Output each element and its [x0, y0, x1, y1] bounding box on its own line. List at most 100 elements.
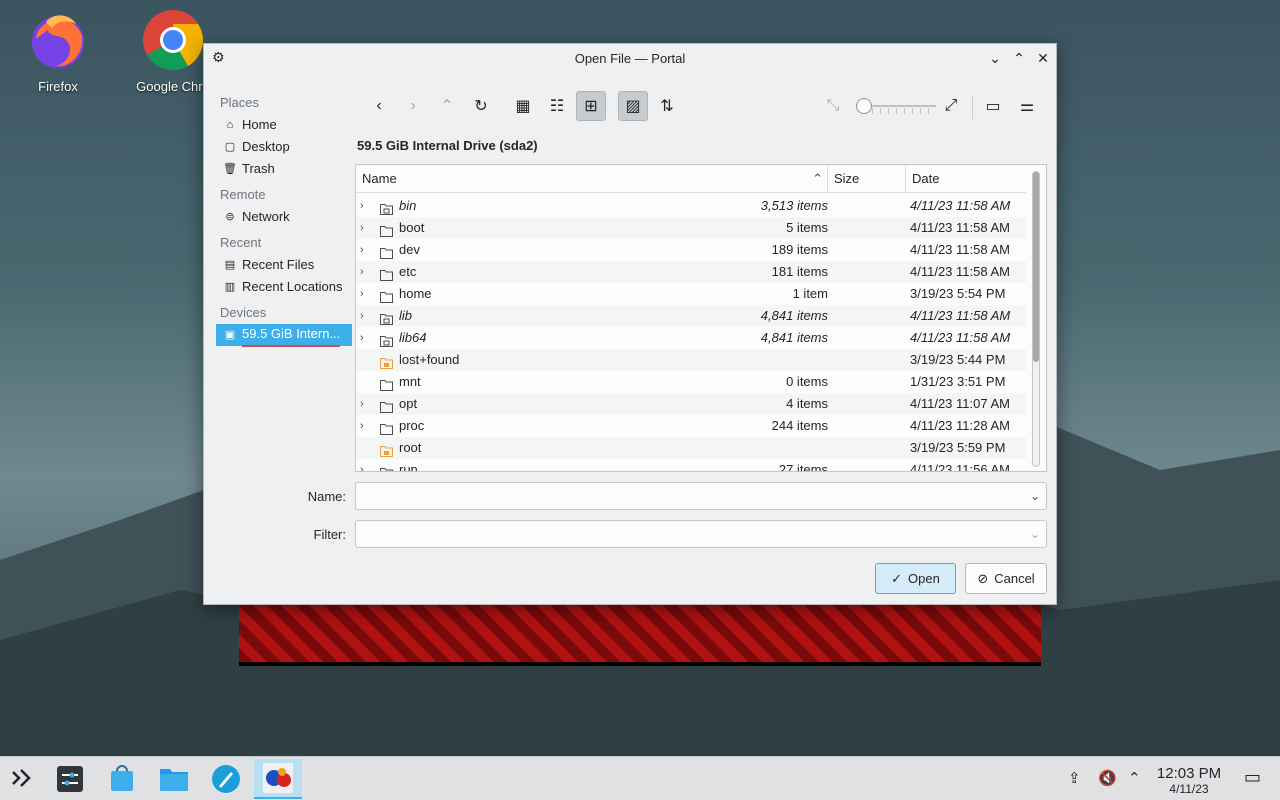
table-row[interactable]: lost+found 3/19/23 5:44 PM	[356, 349, 1026, 371]
file-date: 3/19/23 5:59 PM	[910, 440, 1006, 455]
chevron-right-icon[interactable]: ›	[360, 283, 372, 305]
cancel-button[interactable]: ⊘ Cancel	[965, 563, 1047, 594]
table-row[interactable]: root 3/19/23 5:59 PM	[356, 437, 1026, 459]
file-name: bin	[399, 198, 417, 213]
folder-link-icon	[380, 310, 393, 325]
file-list[interactable]: Name ⌃ Size Date › bin 3,513 items 4/11/23 …	[355, 164, 1047, 472]
sort-icon: ⇅	[660, 98, 674, 115]
chevron-right-icon[interactable]: ›	[360, 459, 372, 471]
table-row[interactable]: › bin 3,513 items 4/11/23 11:58 AM	[356, 195, 1026, 217]
maximize-button[interactable]: ⌃	[1010, 49, 1028, 67]
zoom-in-button[interactable]: ⤢	[936, 91, 966, 121]
file-size: 4,841 items	[760, 308, 828, 323]
chevron-right-icon[interactable]: ›	[360, 415, 372, 437]
table-row[interactable]: › boot 5 items 4/11/23 11:58 AM	[356, 217, 1026, 239]
table-row[interactable]: › opt 4 items 4/11/23 11:07 AM	[356, 393, 1026, 415]
chevron-right-icon[interactable]: ›	[360, 305, 372, 327]
close-button[interactable]: ✕	[1034, 49, 1052, 67]
table-row[interactable]: › proc 244 items 4/11/23 11:28 AM	[356, 415, 1026, 437]
zoom-slider-handle[interactable]	[856, 98, 872, 114]
checkmark-icon: ✓	[891, 570, 903, 586]
table-row[interactable]: › home 1 item 3/19/23 5:54 PM	[356, 283, 1026, 305]
taskbar-discover[interactable]	[100, 759, 144, 799]
chevron-right-icon[interactable]: ›	[360, 393, 372, 415]
chevron-right-icon[interactable]: ›	[360, 217, 372, 239]
preview-button[interactable]: ▨	[618, 91, 648, 121]
filter-field[interactable]: ⌄	[355, 520, 1047, 548]
scrollbar-thumb[interactable]	[1033, 172, 1039, 362]
filter-label: Filter:	[313, 527, 347, 542]
places-item-trash[interactable]: 🗑 Trash	[216, 158, 352, 180]
taskbar-system-settings[interactable]	[48, 759, 92, 799]
zoom-slider-ticks	[864, 108, 932, 114]
folder-icon	[380, 376, 393, 391]
update-icon[interactable]: ⇪	[1068, 769, 1081, 787]
table-row[interactable]: › etc 181 items 4/11/23 11:58 AM	[356, 261, 1026, 283]
arrow-right-icon: ›	[410, 97, 416, 114]
arrow-up-icon: ⌃	[440, 98, 454, 115]
file-date: 4/11/23 11:58 AM	[910, 264, 1010, 279]
background-game-window[interactable]	[239, 604, 1041, 666]
column-header-size[interactable]: Size	[828, 165, 906, 193]
file-size: 0 items	[786, 374, 828, 389]
table-row[interactable]: › dev 189 items 4/11/23 11:58 AM	[356, 239, 1026, 261]
desktop-icon-firefox[interactable]: Firefox	[3, 8, 113, 94]
icons-view-button[interactable]: ▦	[508, 91, 538, 121]
places-item-home[interactable]: ⌂ Home	[216, 114, 352, 136]
taskbar-game-window[interactable]	[254, 759, 302, 799]
name-field[interactable]: ⌄	[355, 482, 1047, 510]
table-row[interactable]: › lib 4,841 items 4/11/23 11:58 AM	[356, 305, 1026, 327]
table-row[interactable]: › lib64 4,841 items 4/11/23 11:58 AM	[356, 327, 1026, 349]
file-date: 4/11/23 11:58 AM	[910, 220, 1010, 235]
table-row[interactable]: › run 27 items 4/11/23 11:56 AM	[356, 459, 1026, 472]
column-header-date[interactable]: Date	[906, 165, 1026, 193]
file-date: 4/11/23 11:58 AM	[910, 330, 1011, 345]
chevron-right-icon[interactable]: ›	[360, 261, 372, 283]
file-size: 244 items	[771, 418, 828, 433]
zoom-out-button[interactable]: ⤡	[818, 91, 848, 121]
file-date: 4/11/23 11:56 AM	[910, 462, 1010, 472]
parent-folder-button[interactable]: ⌃	[432, 91, 462, 121]
places-item-recent-files[interactable]: ▤ Recent Files	[216, 254, 352, 276]
settings-sliders-icon: ⚌	[1019, 98, 1035, 115]
back-button[interactable]: ‹	[364, 91, 394, 121]
chevron-down-icon[interactable]: ⌄	[1030, 489, 1040, 503]
tree-view-button[interactable]: ⊞	[576, 91, 606, 121]
folder-icon	[380, 244, 393, 259]
show-desktop-icon[interactable]: ▭	[1244, 767, 1261, 788]
sort-button[interactable]: ⇅	[652, 91, 682, 121]
chevron-down-icon[interactable]: ⌄	[1030, 527, 1040, 541]
taskbar: ⇪ 🔇 ⌃ 12:03 PM 4/11/23 ▭	[0, 756, 1280, 800]
zoom-out-icon: ⤡	[826, 97, 840, 114]
forward-button[interactable]: ›	[398, 91, 428, 121]
application-launcher-button[interactable]	[0, 759, 44, 799]
places-item-label: 59.5 GiB Intern...	[242, 323, 341, 347]
reload-button[interactable]: ↻	[466, 91, 496, 121]
minimize-button[interactable]: ⌄	[986, 49, 1004, 67]
column-header-name[interactable]: Name ⌃	[356, 165, 828, 193]
chevron-up-icon[interactable]: ⌃	[1128, 769, 1141, 787]
file-size: 1 item	[792, 286, 828, 301]
places-item-network[interactable]: ⊜ Network	[216, 206, 352, 228]
options-button[interactable]: ⚌	[1012, 91, 1042, 121]
chevron-right-icon[interactable]: ›	[360, 239, 372, 261]
places-item-desktop[interactable]: ▢ Desktop	[216, 136, 352, 158]
new-folder-button[interactable]: ▭	[978, 91, 1008, 121]
places-item-recent-locations[interactable]: ▥ Recent Locations	[216, 276, 352, 298]
chevron-right-icon[interactable]: ›	[360, 327, 372, 349]
file-list-scrollbar[interactable]	[1032, 171, 1040, 467]
compact-view-icon: ☷	[549, 98, 565, 115]
chevron-right-icon[interactable]: ›	[360, 195, 372, 217]
sonic-game-icon	[263, 763, 293, 793]
taskbar-file-manager[interactable]	[152, 759, 196, 799]
volume-muted-icon[interactable]: 🔇	[1098, 769, 1117, 787]
open-button[interactable]: ✓ Open	[875, 563, 956, 594]
folder-icon	[380, 464, 393, 471]
compact-view-button[interactable]: ☷	[542, 91, 572, 121]
dialog-titlebar[interactable]: ⚙ Open File — Portal ⌄ ⌃ ✕	[204, 44, 1056, 72]
table-row[interactable]: mnt 0 items 1/31/23 3:51 PM	[356, 371, 1026, 393]
places-item-internal-drive[interactable]: ▣ 59.5 GiB Intern...	[216, 323, 352, 347]
taskbar-steam-rom-manager[interactable]	[204, 759, 248, 799]
zoom-slider[interactable]	[856, 98, 936, 114]
taskbar-clock[interactable]: 12:03 PM 4/11/23	[1150, 765, 1228, 796]
